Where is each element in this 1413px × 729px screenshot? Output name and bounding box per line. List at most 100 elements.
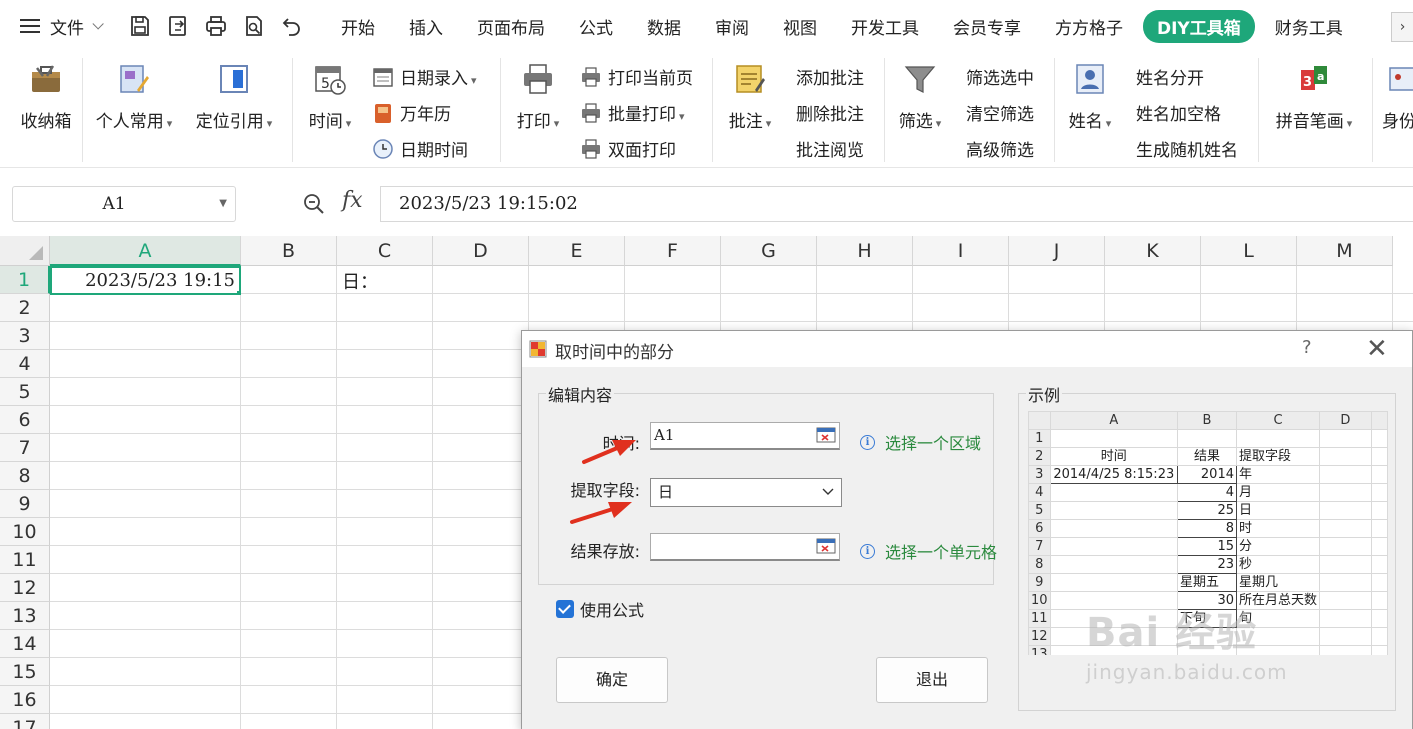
tab-fangfang[interactable]: 方方格子	[1038, 14, 1140, 39]
duplex-print-button[interactable]: 双面打印	[580, 136, 676, 161]
read-comment-button[interactable]: 批注阅览	[796, 136, 864, 161]
split-name-button[interactable]: 姓名分开	[1136, 64, 1204, 89]
tab-data[interactable]: 数据	[630, 14, 698, 39]
result-location-input[interactable]	[650, 533, 840, 561]
row-header[interactable]: 6	[0, 406, 50, 434]
extract-field-select[interactable]: 日	[650, 478, 842, 507]
column-header-i[interactable]: I	[913, 236, 1009, 266]
tab-finance[interactable]: 财务工具	[1258, 14, 1360, 39]
cell-c1[interactable]: 日：	[342, 268, 378, 294]
tab-page-layout[interactable]: 页面布局	[460, 14, 562, 39]
example-row-header: 9	[1028, 573, 1051, 592]
storage-box-button[interactable]: 收纳箱	[14, 62, 78, 132]
column-header-e[interactable]: E	[529, 236, 625, 266]
checkbox-checked-icon[interactable]	[556, 600, 574, 618]
locate-reference-button[interactable]: 定位引用	[190, 62, 278, 132]
batch-print-button[interactable]: 批量打印	[580, 100, 685, 125]
advanced-filter-button[interactable]: 高级筛选	[966, 136, 1034, 161]
date-entry-button[interactable]: 日期录入	[372, 64, 477, 89]
row-header[interactable]: 14	[0, 630, 50, 658]
column-header-j[interactable]: J	[1009, 236, 1105, 266]
close-icon[interactable]: ✕	[1366, 334, 1388, 364]
cell-a1[interactable]: 2023/5/23 19:15	[50, 266, 241, 295]
tab-insert[interactable]: 插入	[392, 14, 460, 39]
row-header[interactable]: 5	[0, 378, 50, 406]
column-header-h[interactable]: H	[817, 236, 913, 266]
example-row-header: 12	[1028, 627, 1051, 646]
tab-developer[interactable]: 开发工具	[834, 14, 936, 39]
personal-common-button[interactable]: 个人常用	[90, 62, 178, 132]
name-add-space-button[interactable]: 姓名加空格	[1136, 100, 1221, 125]
example-cell	[1049, 573, 1179, 592]
row-header[interactable]: 2	[0, 294, 50, 322]
tab-diy-toolbox[interactable]: DIY工具箱	[1143, 9, 1255, 43]
column-header-g[interactable]: G	[721, 236, 817, 266]
print-icon[interactable]	[204, 14, 228, 38]
range-picker-icon[interactable]	[816, 426, 836, 444]
column-header-c[interactable]: C	[337, 236, 433, 266]
chevron-down-icon[interactable]: ▼	[219, 187, 227, 221]
add-comment-button[interactable]: 添加批注	[796, 64, 864, 89]
row-header[interactable]: 9	[0, 490, 50, 518]
export-icon[interactable]	[166, 14, 190, 38]
more-tabs-button[interactable]: ›	[1391, 12, 1413, 42]
range-picker-icon[interactable]	[816, 537, 836, 555]
column-header-m[interactable]: M	[1297, 236, 1393, 266]
date-time-button[interactable]: 日期时间	[372, 136, 468, 161]
chevron-down-icon[interactable]	[821, 484, 835, 498]
filter-selected-button[interactable]: 筛选选中	[966, 64, 1034, 89]
zoom-search-icon[interactable]	[302, 192, 326, 216]
time-input[interactable]: A1	[650, 422, 840, 450]
print-preview-icon[interactable]	[242, 14, 266, 38]
row-header[interactable]: 13	[0, 602, 50, 630]
random-name-button[interactable]: 生成随机姓名	[1136, 136, 1238, 161]
row-header[interactable]: 15	[0, 658, 50, 686]
row-header[interactable]: 8	[0, 462, 50, 490]
save-icon[interactable]	[128, 14, 152, 38]
tab-member[interactable]: 会员专享	[936, 14, 1038, 39]
name-box[interactable]: A1 ▼	[12, 186, 236, 222]
table-row: 7 15 分	[1028, 537, 1388, 556]
name-button[interactable]: 姓名	[1062, 62, 1118, 132]
column-header-k[interactable]: K	[1105, 236, 1201, 266]
print-current-page-button[interactable]: 打印当前页	[580, 64, 693, 89]
row-header[interactable]: 12	[0, 574, 50, 602]
column-header-f[interactable]: F	[625, 236, 721, 266]
fx-icon[interactable]: fx	[342, 188, 363, 213]
comment-button[interactable]: 批注	[722, 62, 778, 132]
delete-comment-button[interactable]: 删除批注	[796, 100, 864, 125]
perpetual-calendar-button[interactable]: 万年历	[372, 100, 451, 125]
formula-input[interactable]: 2023/5/23 19:15:02	[380, 186, 1413, 222]
time-button[interactable]: 5 时间	[302, 62, 358, 132]
column-header-l[interactable]: L	[1201, 236, 1297, 266]
example-col-header: A	[1049, 411, 1179, 430]
tab-home[interactable]: 开始	[324, 14, 392, 39]
print-button[interactable]: 打印	[510, 62, 566, 132]
tab-view[interactable]: 视图	[766, 14, 834, 39]
row-header[interactable]: 10	[0, 518, 50, 546]
row-header[interactable]: 17	[0, 714, 50, 729]
pinyin-stroke-button[interactable]: 3a 拼音笔画	[1266, 62, 1362, 132]
tab-review[interactable]: 审阅	[698, 14, 766, 39]
row-header[interactable]: 4	[0, 350, 50, 378]
column-header-d[interactable]: D	[433, 236, 529, 266]
column-header-a[interactable]: A	[50, 236, 241, 266]
row-header[interactable]: 7	[0, 434, 50, 462]
row-header[interactable]: 1	[0, 266, 50, 294]
clear-filter-button[interactable]: 清空筛选	[966, 100, 1034, 125]
row-header[interactable]: 11	[0, 546, 50, 574]
id-card-button[interactable]: 身份	[1382, 62, 1413, 132]
exit-button[interactable]: 退出	[876, 657, 988, 703]
use-formula-checkbox[interactable]: 使用公式	[556, 597, 644, 621]
row-header[interactable]: 16	[0, 686, 50, 714]
file-menu[interactable]: 文件	[0, 14, 128, 39]
example-cell: 时	[1235, 519, 1321, 538]
tab-formulas[interactable]: 公式	[562, 14, 630, 39]
row-header[interactable]: 3	[0, 322, 50, 350]
filter-button[interactable]: 筛选	[892, 62, 948, 132]
column-header-b[interactable]: B	[241, 236, 337, 266]
help-icon[interactable]: ?	[1302, 337, 1312, 358]
ok-button[interactable]: 确定	[556, 657, 668, 703]
select-all-corner[interactable]	[0, 236, 50, 266]
undo-icon[interactable]	[280, 14, 304, 38]
